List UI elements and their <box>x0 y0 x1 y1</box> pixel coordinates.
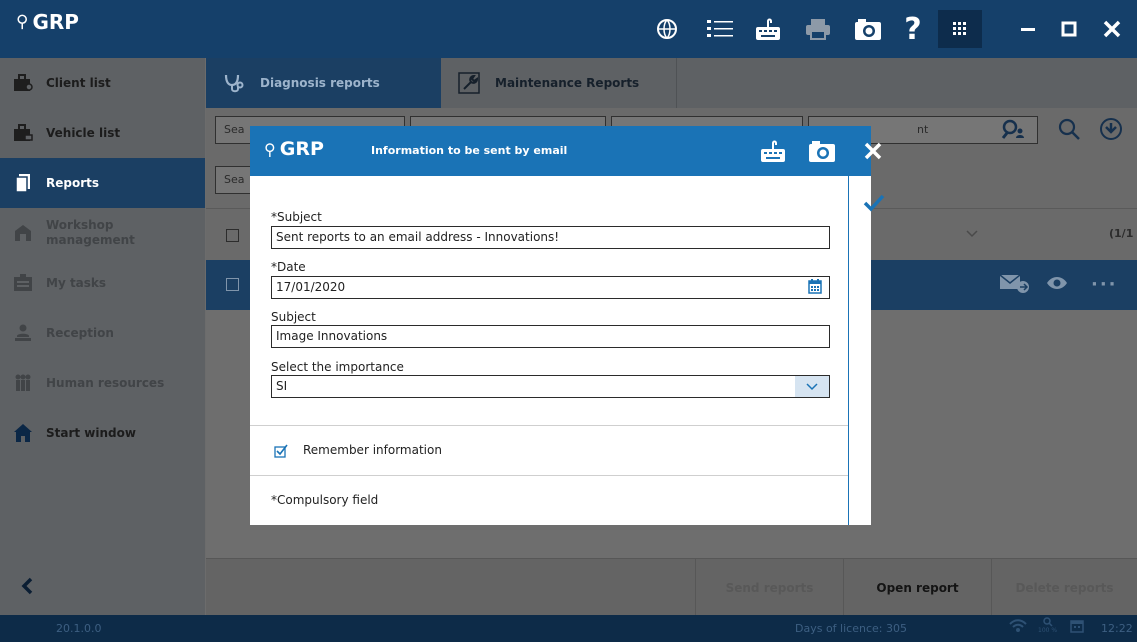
keyboard-icon[interactable] <box>752 15 784 43</box>
apps-grid-icon[interactable] <box>938 10 982 48</box>
close-dialog-icon[interactable] <box>858 137 888 165</box>
compulsory-note: *Compulsory field <box>271 493 379 507</box>
globe-icon[interactable] <box>651 15 683 43</box>
date-value: 17/01/2020 <box>276 280 346 294</box>
printer-icon[interactable] <box>802 15 834 43</box>
delete-reports-button[interactable]: Delete reports <box>991 559 1137 616</box>
chevron-left-icon <box>20 573 34 601</box>
sidebar-item-workshop-management[interactable]: Workshop management <box>0 208 205 258</box>
help-icon[interactable]: ? <box>897 12 929 47</box>
reports-icon <box>12 173 34 193</box>
home-icon <box>12 423 34 443</box>
select-all-checkbox[interactable] <box>226 229 239 242</box>
close-icon[interactable] <box>1095 12 1129 46</box>
dialog-logo: ⚲ GRP <box>264 138 324 160</box>
tab-maintenance-reports[interactable]: Maintenance Reports <box>441 58 677 108</box>
view-eye-icon[interactable] <box>1046 274 1068 297</box>
send-email-icon[interactable] <box>999 274 1031 299</box>
sidebar-item-reports[interactable]: Reports <box>0 158 205 208</box>
maximize-icon[interactable] <box>1052 12 1086 46</box>
minimize-icon[interactable] <box>1011 12 1045 46</box>
subject2-label: Subject <box>271 310 316 324</box>
sidebar-item-reception[interactable]: Reception <box>0 308 205 358</box>
dialog-divider <box>848 176 849 525</box>
send-reports-button[interactable]: Send reports <box>695 559 843 616</box>
open-report-button[interactable]: Open report <box>843 559 991 616</box>
subject-field[interactable]: Sent reports to an email address - Innov… <box>271 226 830 249</box>
date-label: *Date <box>271 260 306 274</box>
grp-logo-icon: ⚲ <box>16 12 29 32</box>
date-field[interactable]: 17/01/2020 <box>271 276 830 299</box>
list-icon[interactable] <box>704 15 736 43</box>
client-list-icon <box>12 73 34 93</box>
vehicle-list-icon <box>12 123 34 143</box>
bottom-actions: Send reports Open report Delete reports <box>206 558 1137 616</box>
importance-value: SI <box>276 379 288 393</box>
dialog-title: Information to be sent by email <box>371 144 568 157</box>
tasks-icon <box>12 273 34 293</box>
camera-icon[interactable] <box>852 15 884 43</box>
reception-icon <box>12 323 34 343</box>
sidebar-item-human-resources[interactable]: Human resources <box>0 358 205 408</box>
separator <box>250 425 848 426</box>
sidebar-item-start-window[interactable]: Start window <box>0 408 205 458</box>
human-resources-icon <box>12 373 34 393</box>
camera-icon[interactable] <box>807 137 837 165</box>
version-label: 20.1.0.0 <box>56 622 102 635</box>
dialog-header: ⚲ GRP Information to be sent by email <box>250 126 882 176</box>
search-icon[interactable] <box>1052 114 1086 144</box>
tab-diagnosis-reports[interactable]: Diagnosis reports <box>206 58 441 108</box>
sidebar: Client list Vehicle list Reports Worksho… <box>0 58 205 615</box>
clock-label: 12:22 <box>1101 622 1133 635</box>
remember-label: Remember information <box>303 443 442 457</box>
sidebar-item-client-list[interactable]: Client list <box>0 58 205 108</box>
app-logo: ⚲ GRP <box>16 10 79 34</box>
wrench-icon <box>457 72 481 94</box>
sidebar-item-vehicle-list[interactable]: Vehicle list <box>0 108 205 158</box>
more-options-icon[interactable]: ··· <box>1091 274 1118 295</box>
workshop-icon <box>12 223 34 243</box>
subject2-field[interactable]: Image Innovations <box>271 325 830 348</box>
zoom-indicator[interactable]: 100 % <box>1038 617 1057 635</box>
email-info-dialog: ⚲ GRP Information to be sent by email *S… <box>250 126 885 525</box>
licence-days-label: Days of licence: 305 <box>795 622 907 635</box>
subject-label: *Subject <box>271 210 322 224</box>
report-tabs: Diagnosis reports Maintenance Reports <box>206 58 1137 108</box>
importance-label: Select the importance <box>271 360 404 374</box>
wifi-icon <box>1009 619 1027 637</box>
status-bar: 20.1.0.0 Days of licence: 305 100 % 12:2… <box>0 615 1137 642</box>
client-search-icon[interactable] <box>996 114 1030 144</box>
calendar-icon[interactable] <box>1070 619 1084 637</box>
collapse-sidebar-button[interactable] <box>0 558 205 615</box>
calendar-icon[interactable] <box>808 279 822 298</box>
row-checkbox[interactable] <box>226 278 239 291</box>
grp-logo-icon: ⚲ <box>264 139 276 159</box>
importance-select[interactable]: SI <box>271 375 830 398</box>
pagination-label: (1/1 <box>1109 227 1134 240</box>
keyboard-icon[interactable] <box>758 137 788 165</box>
confirm-check-icon[interactable] <box>859 188 889 218</box>
download-icon[interactable] <box>1094 114 1128 144</box>
separator <box>250 475 848 476</box>
top-bar: ⚲ GRP ? <box>0 0 1137 58</box>
chevron-down-icon[interactable] <box>795 376 829 397</box>
diagnosis-icon <box>222 72 246 94</box>
remember-checkbox[interactable] <box>274 444 288 458</box>
chevron-down-icon[interactable] <box>966 227 978 241</box>
sidebar-item-my-tasks[interactable]: My tasks <box>0 258 205 308</box>
